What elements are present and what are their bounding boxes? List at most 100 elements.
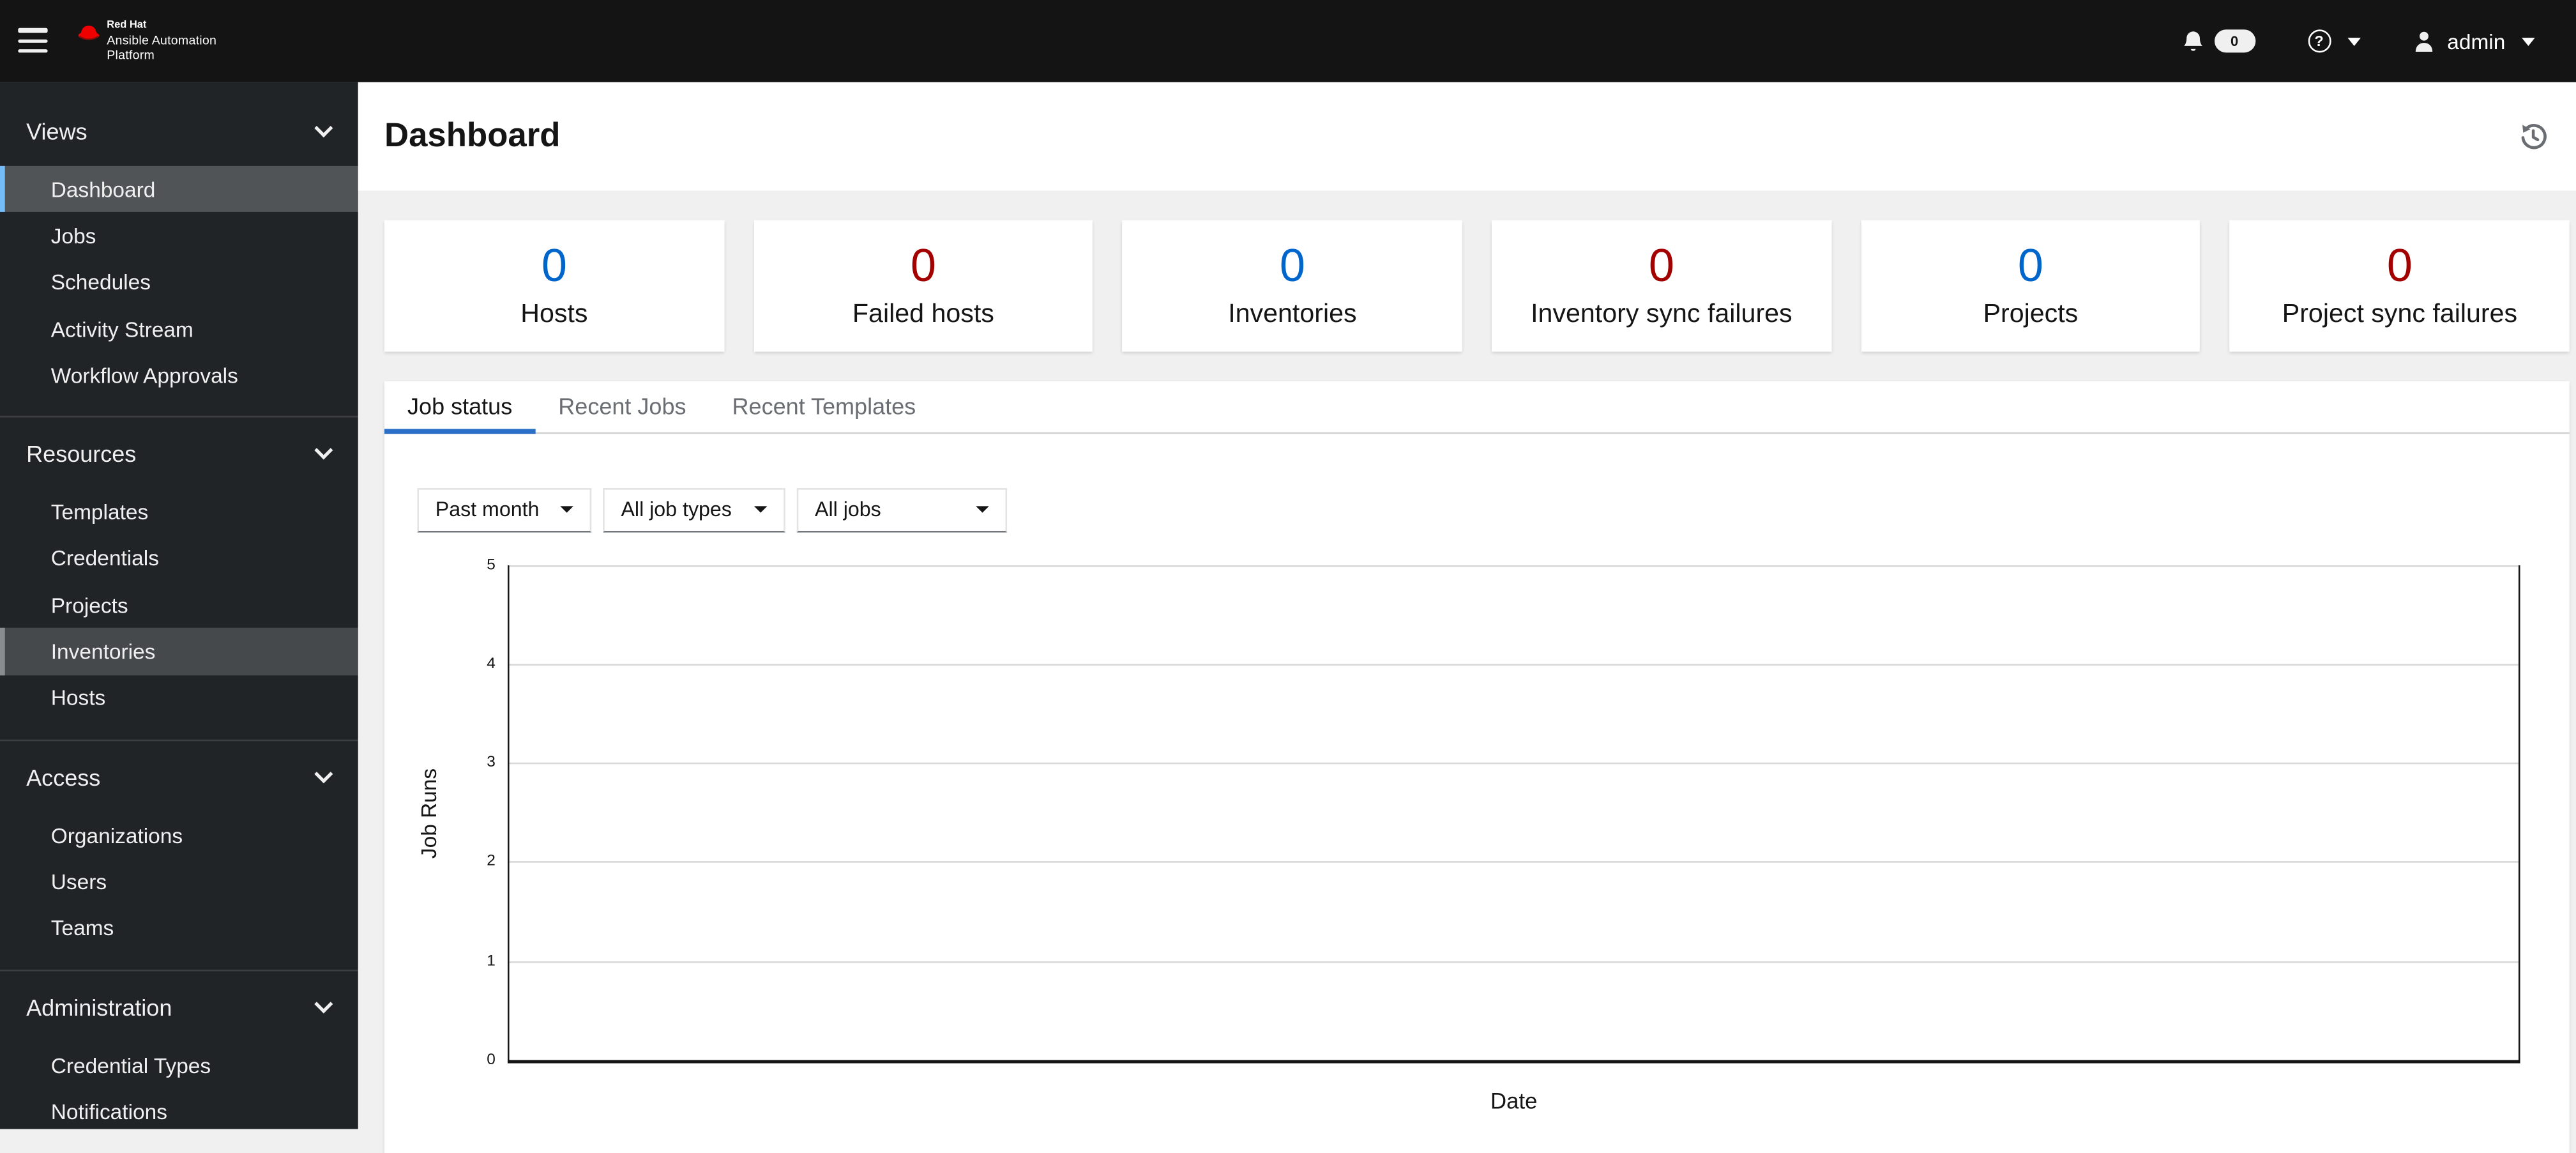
chevron-down-icon — [314, 765, 333, 784]
sidebar-item-jobs[interactable]: Jobs — [0, 213, 358, 259]
period-select[interactable]: Past month — [417, 487, 592, 532]
nav-group-label: Access — [26, 764, 101, 791]
job-filter-select-value: All jobs — [815, 498, 881, 521]
page-body: 0 Hosts 0 Failed hosts 0 Inventories 0 I… — [358, 190, 2576, 1153]
chevron-down-icon — [2347, 36, 2360, 45]
sidebar-item-label: Inventories — [50, 639, 156, 664]
sidebar-item-projects[interactable]: Projects — [0, 582, 358, 629]
chevron-down-icon — [314, 441, 333, 461]
summary-card-project-sync-failures[interactable]: 0 Project sync failures — [2230, 220, 2570, 352]
summary-card-inventory-sync-failures[interactable]: 0 Inventory sync failures — [1492, 220, 1831, 352]
card-count[interactable]: 0 — [542, 242, 567, 289]
question-circle-icon: ? — [2307, 29, 2331, 53]
y-tick-label: 5 — [487, 555, 496, 574]
history-icon[interactable] — [2519, 121, 2548, 151]
tab-recent-templates[interactable]: Recent Templates — [709, 381, 939, 432]
gridline — [508, 762, 2519, 765]
gridline — [508, 564, 2519, 567]
card-label: Failed hosts — [852, 300, 994, 329]
page-title: Dashboard — [384, 116, 561, 155]
sidebar-item-users[interactable]: Users — [0, 859, 358, 905]
chevron-down-icon — [314, 995, 333, 1014]
user-menu-button[interactable]: admin — [2413, 29, 2535, 54]
bell-icon — [2183, 30, 2202, 50]
caret-down-icon — [754, 506, 768, 513]
app-viewport: Red Hat Ansible Automation Platform 0 ? — [0, 0, 2576, 1153]
sidebar-item-label: Workflow Approvals — [50, 363, 238, 388]
sidebar-item-label: Activity Stream — [50, 316, 193, 341]
masthead: Red Hat Ansible Automation Platform 0 ? — [0, 0, 2576, 82]
nav-section-access: Access Organizations Users Teams — [0, 741, 358, 969]
masthead-left: Red Hat Ansible Automation Platform — [18, 19, 216, 61]
nav-group-label: Resources — [26, 441, 137, 468]
nav-group-resources[interactable]: Resources — [0, 433, 358, 476]
hamburger-bar — [18, 38, 47, 43]
tab-recent-jobs[interactable]: Recent Jobs — [535, 381, 709, 432]
chevron-down-icon — [2522, 36, 2535, 45]
sidebar-item-label: Dashboard — [50, 176, 156, 202]
job-filter-select[interactable]: All jobs — [796, 487, 1008, 532]
dashboard-graph-panel: Job status Recent Jobs Recent Templates … — [384, 380, 2570, 1153]
summary-card-projects[interactable]: 0 Projects — [1861, 220, 2201, 352]
main-content: Dashboard 0 Hosts 0 Failed hosts 0 Inven… — [358, 82, 2576, 1153]
sidebar-item-hosts[interactable]: Hosts — [0, 675, 358, 722]
help-menu-button[interactable]: ? — [2307, 29, 2360, 53]
tabs: Job status Recent Jobs Recent Templates — [384, 381, 2570, 433]
y-tick-label: 0 — [487, 1050, 496, 1069]
y-tick-label: 2 — [487, 852, 496, 871]
nav-group-administration[interactable]: Administration — [0, 986, 358, 1028]
hamburger-bar — [18, 28, 47, 34]
sidebar-item-activity-stream[interactable]: Activity Stream — [0, 305, 358, 352]
sidebar-item-notifications[interactable]: Notifications — [0, 1088, 358, 1130]
user-icon — [2414, 31, 2432, 52]
sidebar-item-label: Credential Types — [50, 1052, 211, 1078]
chart-x-axis-title: Date — [1490, 1088, 1538, 1114]
redhat-hat-icon — [78, 25, 100, 40]
summary-card-failed-hosts[interactable]: 0 Failed hosts — [754, 220, 1093, 352]
sidebar-item-label: Organizations — [50, 822, 183, 848]
card-count[interactable]: 0 — [911, 242, 936, 289]
gridline — [508, 663, 2519, 666]
card-label: Projects — [1983, 300, 2079, 329]
sidebar-item-credential-types[interactable]: Credential Types — [0, 1042, 358, 1088]
nav-toggle-button[interactable] — [18, 28, 47, 54]
gridline — [508, 960, 2519, 963]
sidebar-item-teams[interactable]: Teams — [0, 905, 358, 951]
notifications-button[interactable]: 0 — [2181, 29, 2255, 54]
card-count[interactable]: 0 — [1280, 242, 1305, 289]
summary-card-inventories[interactable]: 0 Inventories — [1123, 220, 1462, 352]
y-tick-label: 4 — [487, 654, 496, 673]
chevron-down-icon — [314, 119, 333, 138]
tab-job-status[interactable]: Job status — [384, 381, 535, 433]
sidebar-item-label: Credentials — [50, 546, 159, 571]
sidebar-item-schedules[interactable]: Schedules — [0, 259, 358, 305]
card-label: Project sync failures — [2282, 300, 2518, 329]
caret-down-icon — [560, 506, 573, 513]
job-runs-chart-plot: 5 4 3 2 1 0 — [487, 556, 2521, 1069]
masthead-right: 0 ? admin — [2181, 29, 2535, 54]
card-count[interactable]: 0 — [1649, 242, 1674, 289]
nav-group-views[interactable]: Views — [0, 110, 358, 153]
chart-filters: Past month All job types All jobs — [417, 487, 2569, 532]
gridline — [508, 861, 2519, 864]
card-count[interactable]: 0 — [2387, 242, 2413, 289]
sidebar-item-workflow-approvals[interactable]: Workflow Approvals — [0, 352, 358, 399]
sidebar-item-organizations[interactable]: Organizations — [0, 812, 358, 859]
y-tick-label: 3 — [487, 753, 496, 772]
summary-card-hosts[interactable]: 0 Hosts — [384, 220, 724, 352]
notification-count-badge: 0 — [2213, 29, 2255, 52]
sidebar-item-label: Teams — [50, 915, 114, 941]
sidebar-item-dashboard[interactable]: Dashboard — [0, 165, 358, 213]
sidebar-item-inventories[interactable]: Inventories — [0, 628, 358, 675]
caret-down-icon — [976, 506, 989, 513]
job-type-select[interactable]: All job types — [603, 487, 785, 532]
sidebar-item-label: Schedules — [50, 270, 151, 295]
sidebar-item-credentials[interactable]: Credentials — [0, 535, 358, 582]
sidebar-item-label: Projects — [50, 593, 128, 618]
nav-group-access[interactable]: Access — [0, 756, 358, 798]
chart-y-axis-title: Job Runs — [416, 768, 441, 859]
sidebar-item-label: Templates — [50, 500, 149, 525]
card-count[interactable]: 0 — [2018, 242, 2043, 289]
nav-section-views: Views Dashboard Jobs Schedules Activity … — [0, 82, 358, 417]
sidebar-item-templates[interactable]: Templates — [0, 489, 358, 535]
